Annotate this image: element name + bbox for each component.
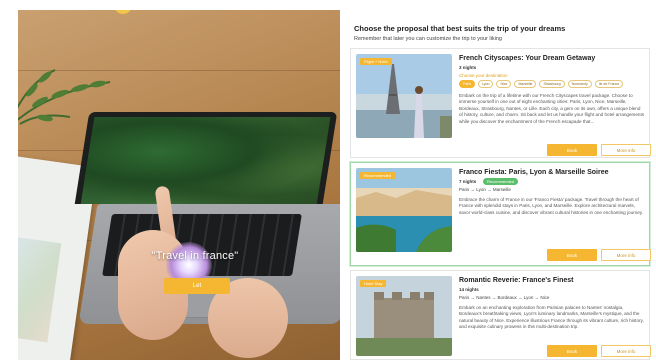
destination-chip[interactable]: Ile de France <box>594 80 624 88</box>
more-info-button[interactable]: More info <box>601 144 651 156</box>
book-button[interactable]: Book <box>547 249 597 261</box>
card-tag: Hotel Stay <box>360 280 387 287</box>
destination-chips: Paris Lyon Nice Marseille Strasbourg Nor… <box>459 80 624 88</box>
more-info-button[interactable]: More info <box>601 249 651 261</box>
card-nights: 7 nights <box>459 179 477 184</box>
card-route: Paris → Lyon → Marseille <box>459 187 511 192</box>
destination-chip[interactable]: Normandy <box>567 80 592 88</box>
card-title: Romantic Reverie: France's Finest <box>459 277 574 284</box>
proposal-card-selected[interactable]: Recommended Franco Fiesta: Paris, Lyon &… <box>350 162 651 266</box>
card-title: Franco Fiesta: Paris, Lyon & Marseille S… <box>459 169 609 176</box>
choose-destination-label: Choose your destination <box>459 73 508 78</box>
card-route: Paris → Nantes → Bordeaux → Lyon → Nice <box>459 295 550 300</box>
card-nights: 14 nights <box>459 287 479 292</box>
marseille-photo: Recommended <box>356 168 452 252</box>
destination-chip[interactable]: Lyon <box>477 80 494 88</box>
hero-quote: "Travel in france" <box>151 250 239 262</box>
destination-chip[interactable]: Marseille <box>514 80 537 88</box>
destination-chip[interactable]: Strasbourg <box>539 80 565 88</box>
book-button[interactable]: Book <box>547 144 597 156</box>
book-button[interactable]: Book <box>547 345 597 357</box>
recommended-badge: Recommended <box>483 178 519 185</box>
card-nights: 3 nights <box>459 65 477 70</box>
hero-photo: "Travel in france" Let <box>18 10 340 360</box>
card-description: Embark on an enchanting exploration from… <box>459 305 644 330</box>
page: "Travel in france" Let Choose the propos… <box>0 0 656 360</box>
more-info-button[interactable]: More info <box>601 345 651 357</box>
laptop-screen <box>74 112 338 204</box>
lamp-icon <box>114 10 132 14</box>
panel-title: Choose the proposal that best suits the … <box>354 24 566 33</box>
aerial-map-display <box>80 117 331 204</box>
card-title: French Cityscapes: Your Dream Getaway <box>459 55 596 62</box>
panel-subtitle: Remember that later you can customize th… <box>354 36 502 42</box>
proposals-panel: Choose the proposal that best suits the … <box>348 14 651 360</box>
card-description: Embrace the charm of France in our 'Fran… <box>459 197 644 215</box>
destination-chip[interactable]: Paris <box>459 80 475 88</box>
card-tag: Flight + Hotel <box>360 58 392 65</box>
destination-chip[interactable]: Nice <box>496 80 512 88</box>
hero-cta-button[interactable]: Let <box>164 278 230 294</box>
paris-photo: Flight + Hotel <box>356 54 452 138</box>
card-description: Embark on the trip of a lifetime with ou… <box>459 93 645 124</box>
card-tag: Recommended <box>360 172 396 179</box>
proposal-card[interactable]: Hotel Stay Romantic Reverie: France's Fi… <box>350 270 651 360</box>
fortress-photo: Hotel Stay <box>356 276 452 356</box>
proposal-card[interactable]: Flight + Hotel French Cityscapes: Your D… <box>350 48 651 158</box>
